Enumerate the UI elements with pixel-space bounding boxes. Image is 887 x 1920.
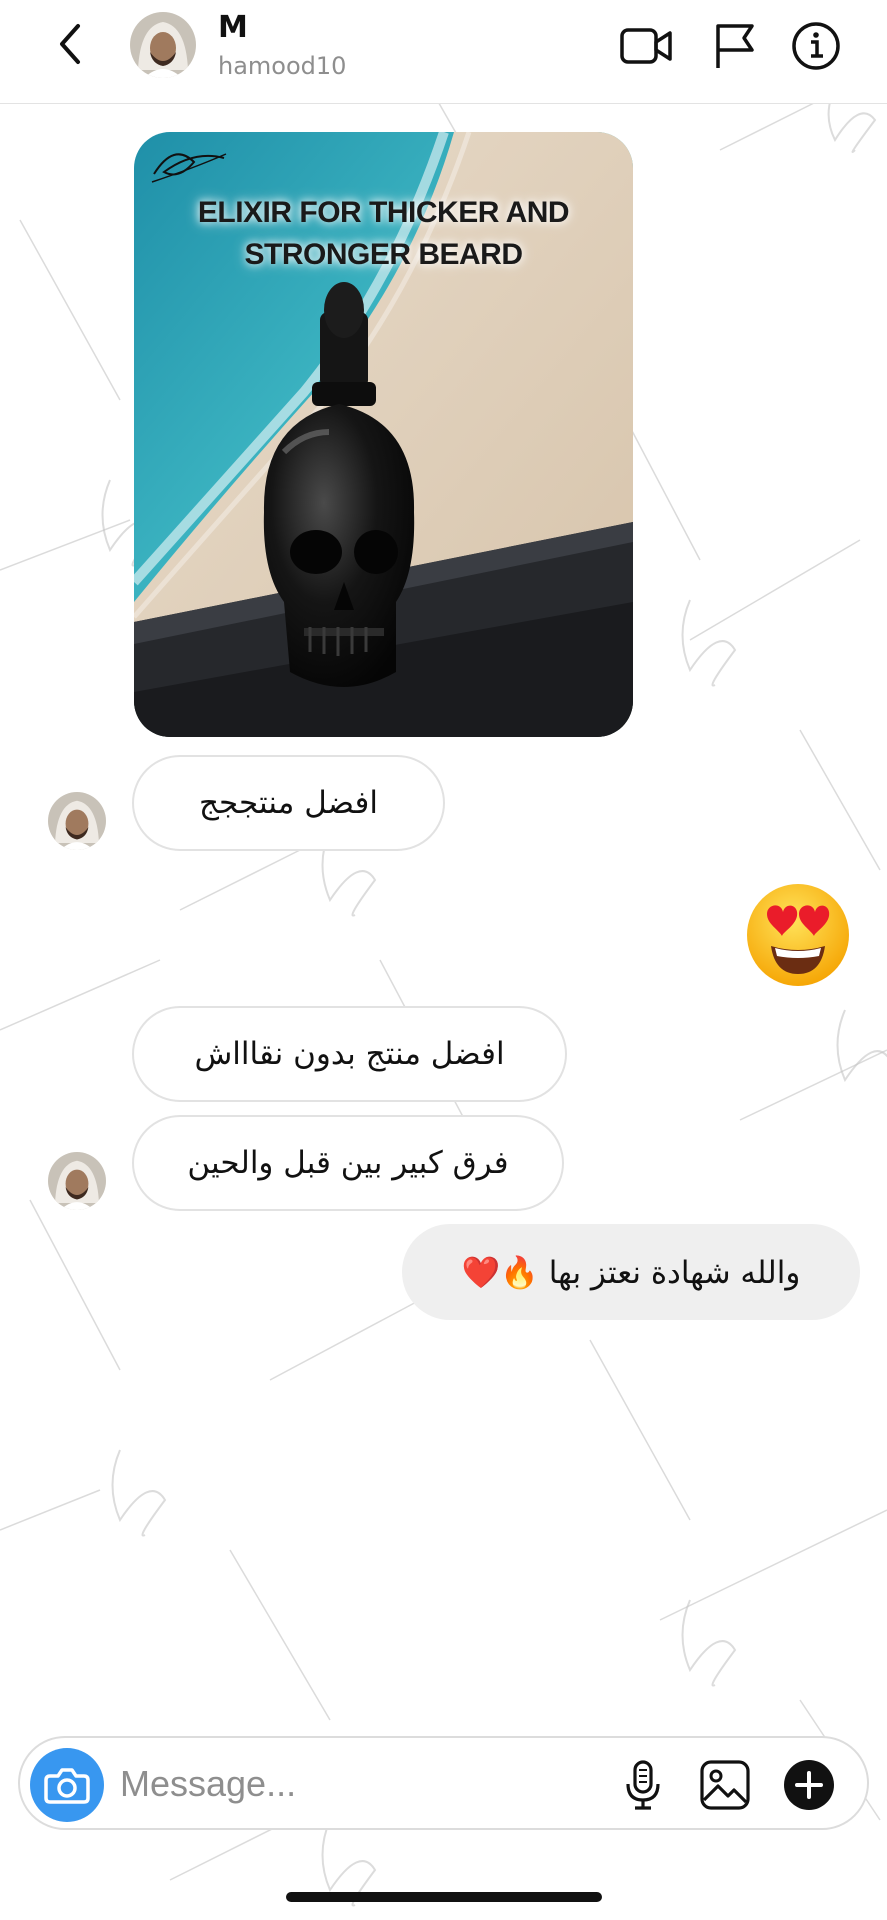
message-bubble-received[interactable]: افضل منتج بدون نقاااش	[132, 1006, 567, 1102]
video-call-button[interactable]	[618, 20, 674, 72]
sender-avatar[interactable]	[48, 1152, 106, 1210]
contact-name[interactable]: M	[218, 10, 248, 45]
shared-product-image[interactable]: ELIXIR FOR THICKER AND STRONGER BEARD	[134, 132, 633, 737]
message-composer	[18, 1736, 869, 1830]
report-flag-button[interactable]	[708, 20, 764, 72]
info-button[interactable]	[790, 20, 846, 72]
dm-thread-screen: M hamood10 ELIXIR FOR THICKER AND STRONG…	[0, 0, 887, 1920]
message-text: فرق كبير بين قبل والحين	[187, 1145, 509, 1181]
sender-avatar[interactable]	[48, 792, 106, 850]
message-bubble-received[interactable]: فرق كبير بين قبل والحين	[132, 1115, 564, 1211]
message-bubble-received[interactable]: افضل منتججج	[132, 755, 445, 851]
contact-username[interactable]: hamood10	[218, 52, 346, 80]
chat-header: M hamood10	[0, 0, 887, 104]
voice-message-button[interactable]	[614, 1756, 672, 1814]
home-indicator[interactable]	[286, 1892, 602, 1902]
video-call-icon	[620, 28, 672, 64]
message-text: افضل منتج بدون نقاااش	[194, 1036, 505, 1072]
message-input[interactable]	[120, 1754, 520, 1814]
message-text: افضل منتججج	[199, 785, 378, 821]
product-title-line1: ELIXIR FOR THICKER AND	[197, 196, 570, 229]
camera-icon	[44, 1768, 90, 1804]
product-title-line2: STRONGER BEARD	[244, 238, 523, 271]
avatar-image	[48, 1152, 106, 1210]
microphone-icon	[626, 1760, 660, 1810]
info-icon	[792, 22, 840, 70]
avatar-image	[48, 792, 106, 850]
message-text: والله شهادة نعتز بها 🔥❤️	[461, 1254, 801, 1291]
gallery-button[interactable]	[696, 1756, 754, 1814]
product-title: ELIXIR FOR THICKER AND STRONGER BEARD	[134, 192, 633, 276]
camera-button[interactable]	[30, 1748, 104, 1822]
back-chevron-icon	[60, 24, 80, 64]
avatar-image	[130, 12, 196, 78]
heart-eyes-emoji	[747, 884, 849, 986]
flag-icon	[716, 24, 754, 68]
heart-eyes-emoji-message[interactable]	[745, 882, 851, 988]
contact-avatar[interactable]	[130, 12, 196, 78]
back-button[interactable]	[48, 20, 96, 68]
more-options-button[interactable]	[780, 1756, 838, 1814]
message-bubble-sent[interactable]: والله شهادة نعتز بها 🔥❤️	[402, 1224, 860, 1320]
plus-icon	[784, 1760, 834, 1810]
gallery-icon	[700, 1760, 750, 1810]
